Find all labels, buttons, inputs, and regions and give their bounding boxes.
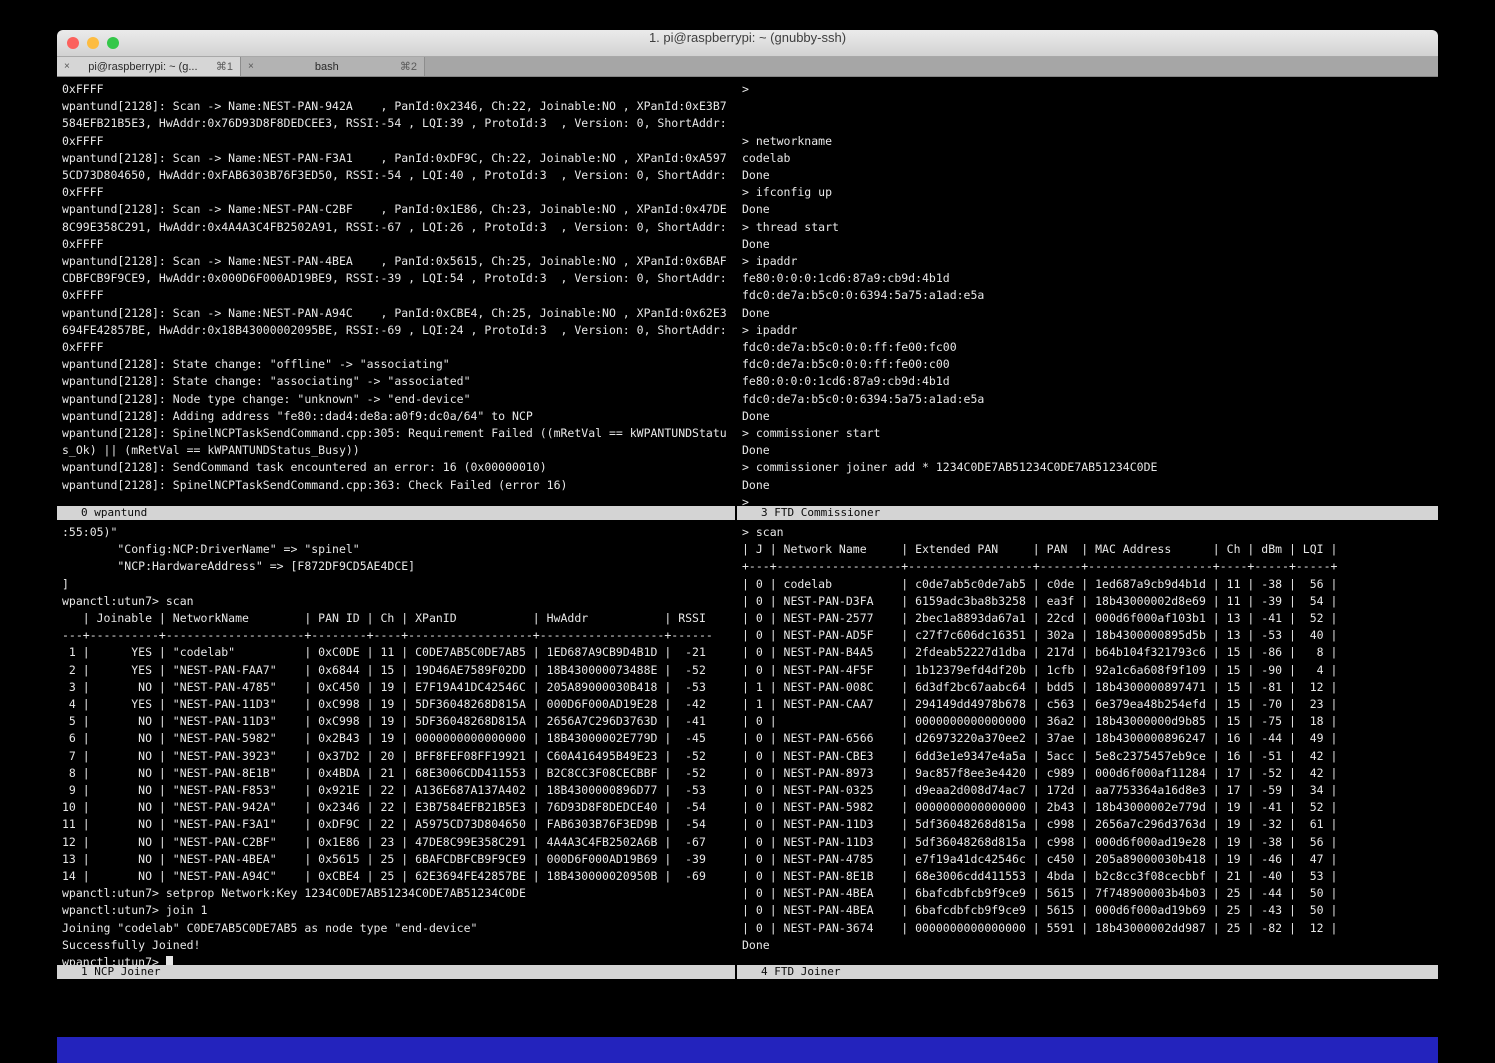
pane-title-label: 3 FTD Commissioner bbox=[761, 506, 880, 519]
wpantund-log-output: 0xFFFF wpantund[2128]: Scan -> Name:NEST… bbox=[57, 77, 735, 494]
tab-ssh-session[interactable]: × pi@raspberrypi: ~ (g... ⌘1 bbox=[57, 57, 241, 76]
window-titlebar[interactable]: 1. pi@raspberrypi: ~ (gnubby-ssh) bbox=[57, 30, 1438, 57]
ncp-joiner-output: :55:05)" "Config:NCP:DriverName" => "spi… bbox=[57, 520, 735, 965]
terminal-cursor bbox=[166, 956, 173, 965]
tab-bash[interactable]: × bash ⌘2 bbox=[241, 57, 425, 76]
pane-title-ftd-commissioner: 3 FTD Commissioner bbox=[737, 506, 1438, 520]
tab-close-icon[interactable]: × bbox=[64, 61, 70, 72]
ftd-commissioner-output: > > networkname codelab Done > ifconfig … bbox=[737, 77, 1438, 506]
window-title: 1. pi@raspberrypi: ~ (gnubby-ssh) bbox=[57, 30, 1438, 45]
tab-title: pi@raspberrypi: ~ (g... bbox=[75, 61, 211, 73]
tab-shortcut: ⌘2 bbox=[400, 60, 417, 73]
minimize-window-button[interactable] bbox=[87, 37, 99, 49]
pane-title-ftd-joiner: 4 FTD Joiner bbox=[737, 965, 1438, 979]
ftd-joiner-output: > scan | J | Network Name | Extended PAN… bbox=[737, 520, 1438, 954]
tab-bar: × pi@raspberrypi: ~ (g... ⌘1 × bash ⌘2 bbox=[57, 57, 1438, 77]
terminal-window: 1. pi@raspberrypi: ~ (gnubby-ssh) × pi@r… bbox=[57, 30, 1438, 1063]
pane-wpantund[interactable]: 0xFFFF wpantund[2128]: Scan -> Name:NEST… bbox=[57, 77, 735, 506]
pane-title-label: 1 NCP Joiner bbox=[81, 965, 160, 978]
tmux-status-bar bbox=[57, 1037, 1438, 1063]
tab-shortcut: ⌘1 bbox=[216, 60, 233, 73]
pane-title-label: 4 FTD Joiner bbox=[761, 965, 840, 978]
zoom-window-button[interactable] bbox=[107, 37, 119, 49]
tab-title: bash bbox=[259, 61, 395, 73]
traffic-lights bbox=[67, 37, 119, 49]
pane-ncp-joiner[interactable]: :55:05)" "Config:NCP:DriverName" => "spi… bbox=[57, 520, 735, 965]
terminal-content-area: 0xFFFF wpantund[2128]: Scan -> Name:NEST… bbox=[57, 77, 1438, 1063]
tab-close-icon[interactable]: × bbox=[248, 61, 254, 72]
pane-ftd-commissioner[interactable]: > > networkname codelab Done > ifconfig … bbox=[737, 77, 1438, 506]
pane-ftd-joiner[interactable]: > scan | J | Network Name | Extended PAN… bbox=[737, 520, 1438, 965]
pane-title-ncp-joiner: 1 NCP Joiner bbox=[57, 965, 735, 979]
close-window-button[interactable] bbox=[67, 37, 79, 49]
pane-title-label: 0 wpantund bbox=[81, 506, 147, 519]
pane-title-wpantund: 0 wpantund bbox=[57, 506, 735, 520]
